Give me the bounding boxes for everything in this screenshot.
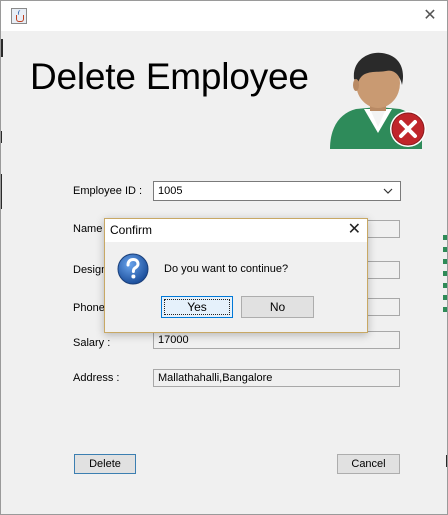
dialog-close-button[interactable]: ✕ [348,220,361,240]
employee-delete-icon [330,52,426,149]
window-close-button[interactable]: ✕ [421,7,439,25]
confirm-dialog: Confirm ✕ Do you want to continue? Yes N… [104,218,368,333]
employee-id-label: Employee ID : [73,185,143,197]
phone-label: Phone [73,302,105,314]
employee-id-value: 1005 [158,185,183,197]
background-window-edge [443,295,447,300]
salary-field[interactable]: 17000 [153,331,400,349]
background-window-edge [1,131,2,143]
chevron-down-icon [383,188,393,194]
address-label: Address : [73,372,120,384]
focus-ring [164,299,230,315]
background-window-edge [1,174,2,209]
background-window-edge [443,235,447,240]
dialog-title: Confirm [110,223,153,237]
cancel-button[interactable]: Cancel [337,454,400,474]
salary-label: Salary : [73,337,111,349]
background-window-edge [1,39,3,57]
yes-button[interactable]: Yes [161,296,233,318]
address-field[interactable]: Mallathahalli,Bangalore [153,369,400,387]
background-window-edge [446,455,447,467]
window-titlebar: ✕ [1,1,447,31]
main-window: ✕ Delete Employee Employee ID : 1005 Nam… [0,0,448,515]
page-title: Delete Employee [30,56,309,97]
java-app-icon [11,8,27,24]
name-label: Name [73,223,103,235]
designation-label: Design [73,264,108,276]
background-window-edge [443,247,447,252]
background-window-edge [443,271,447,276]
background-window-edge [443,283,447,288]
employee-id-select[interactable]: 1005 [153,181,401,201]
question-icon [117,253,149,285]
background-window-edge [443,259,447,264]
dialog-message: Do you want to continue? [164,263,289,275]
background-window-edge [443,307,447,312]
dialog-titlebar: Confirm ✕ [105,219,367,242]
no-button[interactable]: No [241,296,314,318]
delete-button[interactable]: Delete [74,454,136,474]
